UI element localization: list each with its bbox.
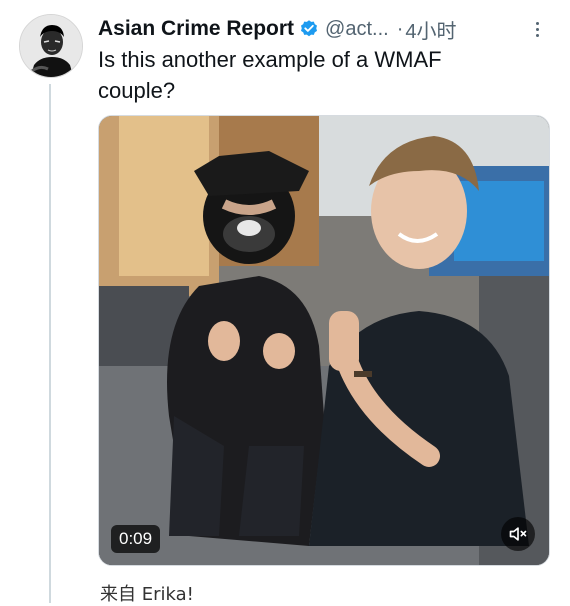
video-duration: 0:09 bbox=[111, 525, 161, 553]
timestamp[interactable]: 4小时 bbox=[405, 15, 456, 44]
separator-dot: · bbox=[396, 17, 404, 40]
display-name[interactable]: Asian Crime Report bbox=[98, 17, 294, 41]
user-handle[interactable]: @act... bbox=[325, 18, 389, 41]
verified-badge-icon bbox=[299, 19, 319, 39]
avatar[interactable] bbox=[19, 14, 83, 78]
more-options-icon[interactable] bbox=[527, 16, 547, 42]
thread-line bbox=[49, 84, 51, 603]
mute-button[interactable] bbox=[501, 517, 535, 551]
video-player[interactable]: 0:09 bbox=[98, 115, 550, 566]
tweet-header: Asian Crime Report @act... · 4小时 bbox=[98, 14, 558, 44]
speaker-muted-icon bbox=[508, 524, 528, 544]
source-attribution: 来自 Erika! bbox=[100, 584, 194, 605]
video-frame bbox=[99, 116, 549, 565]
tweet-text: Is this another example of a WMAF couple… bbox=[98, 47, 442, 103]
